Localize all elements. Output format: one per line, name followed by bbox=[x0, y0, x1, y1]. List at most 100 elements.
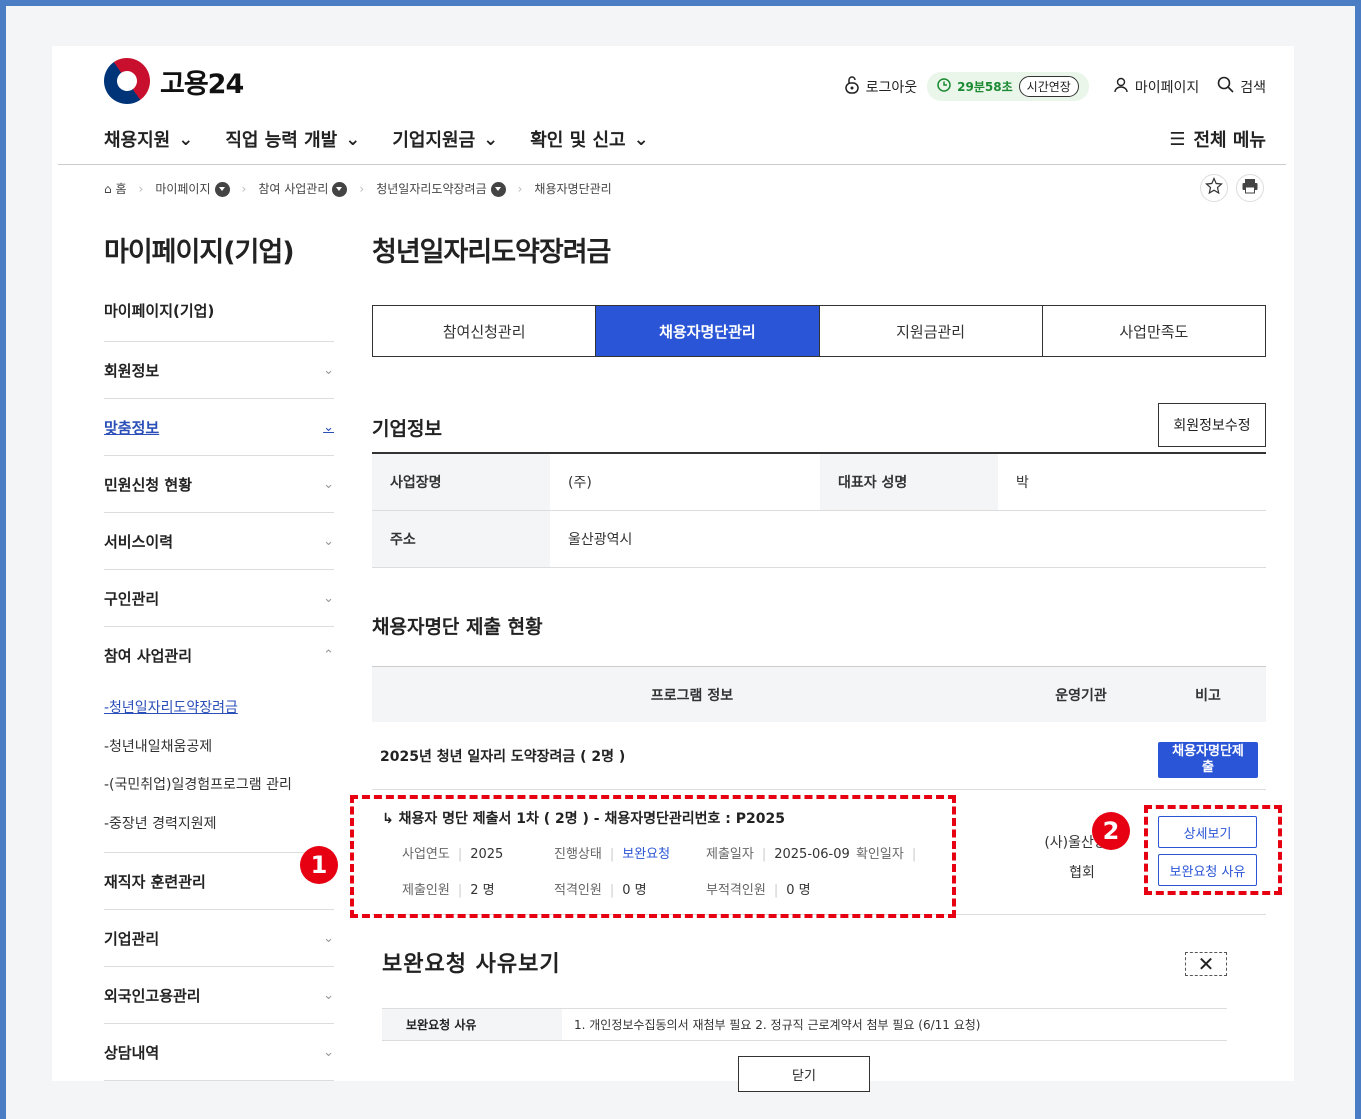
home-icon: ⌂ bbox=[104, 182, 112, 196]
breadcrumb-business[interactable]: 참여 사업관리 bbox=[258, 180, 348, 197]
sidebar-item-civil-status[interactable]: 민원신청 현황 ⌄ bbox=[104, 456, 334, 513]
logo-text: 고용24 bbox=[160, 68, 244, 100]
sidebar-item-business[interactable]: 참여 사업관리 ⌃ bbox=[104, 627, 334, 684]
all-menu-label: 전체 메뉴 bbox=[1193, 130, 1266, 151]
sidebar-item-mypage[interactable]: 마이페이지(기업) bbox=[104, 280, 334, 342]
column-header: 프로그램 정보 bbox=[650, 687, 734, 704]
dropdown-icon bbox=[490, 182, 506, 197]
submit-hire-list-button[interactable]: 채용자명단제출 bbox=[1158, 742, 1258, 778]
nav-divider bbox=[58, 164, 1286, 165]
sidebar-item-company[interactable]: 기업관리 ⌄ bbox=[104, 910, 334, 967]
sidebar-sub-youth-job[interactable]: -청년일자리도약장려금 bbox=[104, 688, 334, 727]
dropdown-icon bbox=[332, 182, 348, 197]
print-button[interactable] bbox=[1236, 174, 1264, 202]
close-icon: ✕ bbox=[1197, 952, 1215, 976]
company-section-title: 기업정보 bbox=[372, 418, 442, 440]
reason-label: 보완요청 사유 bbox=[382, 1009, 562, 1040]
tab-hire-list[interactable]: 채용자명단관리 bbox=[596, 306, 820, 356]
sidebar-item-recruit[interactable]: 구인관리 ⌄ bbox=[104, 570, 334, 627]
mypage-link[interactable]: 마이페이지 bbox=[1113, 77, 1199, 97]
global-nav: 채용지원 ⌄ 직업 능력 개발 ⌄ 기업지원금 ⌄ 확인 및 신고 ⌄ bbox=[104, 126, 649, 152]
nav-vocational-training[interactable]: 직업 능력 개발 ⌄ bbox=[225, 126, 360, 152]
tab-participation[interactable]: 참여신청관리 bbox=[373, 306, 597, 356]
logout-button[interactable]: 로그아웃 bbox=[844, 75, 918, 98]
chevron-down-icon: ⌄ bbox=[323, 987, 334, 1003]
breadcrumb-label: 참여 사업관리 bbox=[258, 182, 329, 196]
breadcrumb-separator: › bbox=[138, 181, 144, 196]
chevron-down-icon: ⌄ bbox=[323, 533, 334, 549]
nav-confirm-report[interactable]: 확인 및 신고 ⌄ bbox=[530, 126, 648, 152]
company-info-row: 사업장명 (주) 대표자 성명 박 bbox=[372, 454, 1266, 511]
sidebar-item-consultation[interactable]: 상담내역 ⌄ bbox=[104, 1024, 334, 1081]
modal-confirm-close-button[interactable]: 닫기 bbox=[738, 1056, 870, 1092]
breadcrumb-separator: › bbox=[517, 181, 523, 196]
program-name: 2025년 청년 일자리 도약장려금 ( 2명 ) bbox=[380, 748, 626, 765]
sidebar-item-foreign-employment[interactable]: 외국인고용관리 ⌄ bbox=[104, 967, 334, 1024]
breadcrumb-label: 청년일자리도약장려금 bbox=[376, 182, 487, 196]
sidebar-item-member-info[interactable]: 회원정보 ⌄ bbox=[104, 342, 334, 399]
sidebar-item-label: 외국인고용관리 bbox=[104, 986, 201, 1005]
sidebar-sub-midcareer[interactable]: -중장년 경력지원제 bbox=[104, 804, 334, 843]
modal-reason-table: 보완요청 사유 1. 개인정보수집동의서 재첨부 필요 2. 정규직 근로계약서… bbox=[382, 1008, 1227, 1041]
printer-icon bbox=[1241, 177, 1259, 199]
breadcrumb-separator: › bbox=[241, 181, 247, 196]
ceo-name-label: 대표자 성명 bbox=[820, 454, 998, 510]
modal-title: 보완요청 사유보기 bbox=[382, 952, 561, 977]
org-line: 협회 bbox=[1069, 865, 1095, 881]
nav-company-subsidy[interactable]: 기업지원금 ⌄ bbox=[392, 126, 498, 152]
tab-subsidy[interactable]: 지원금관리 bbox=[820, 306, 1043, 356]
user-icon bbox=[1113, 77, 1129, 97]
nav-label: 채용지원 bbox=[104, 130, 171, 151]
sidebar-item-label: 맞춤정보 bbox=[104, 418, 160, 437]
column-header: 비고 bbox=[1195, 687, 1221, 704]
chevron-down-icon: ⌄ bbox=[323, 930, 334, 946]
sidebar-item-label: 참여 사업관리 bbox=[104, 647, 193, 665]
callout-badge-2: 2 bbox=[1092, 812, 1130, 850]
session-timer: 29분58초 시간연장 bbox=[927, 72, 1089, 101]
tab-satisfaction[interactable]: 사업만족도 bbox=[1043, 306, 1265, 356]
nav-label: 확인 및 신고 bbox=[530, 130, 626, 151]
page-title: 청년일자리도약장려금 bbox=[372, 237, 611, 268]
edit-member-info-button[interactable]: 회원정보수정 bbox=[1158, 403, 1266, 447]
breadcrumb: ⌂ 홈 › 마이페이지 › 참여 사업관리 › 청년일자리도약장려금 › 채용자… bbox=[104, 180, 612, 197]
breadcrumb-mypage[interactable]: 마이페이지 bbox=[155, 180, 230, 197]
sidebar-item-label: 구인관리 bbox=[104, 589, 160, 608]
dropdown-icon bbox=[214, 182, 230, 197]
chevron-down-icon: ⌄ bbox=[345, 128, 361, 150]
breadcrumb-home[interactable]: ⌂ 홈 bbox=[104, 180, 127, 197]
utility-bar: 로그아웃 29분58초 시간연장 마이페이지 검색 bbox=[844, 72, 1266, 101]
modal-close-button[interactable]: ✕ bbox=[1185, 952, 1227, 976]
search-button[interactable]: 검색 bbox=[1217, 76, 1266, 97]
sidebar-sub-youth-tomorrow[interactable]: -청년내일채움공제 bbox=[104, 727, 334, 766]
page-tools bbox=[1200, 174, 1264, 202]
program-row: 2025년 청년 일자리 도약장려금 ( 2명 ) 채용자명단제출 bbox=[372, 722, 1266, 790]
logout-label: 로그아웃 bbox=[865, 79, 918, 96]
sidebar-item-service-history[interactable]: 서비스이력 ⌄ bbox=[104, 513, 334, 570]
page: 고용24 로그아웃 29분58초 시간연장 마이페이지 검색 채용지원 ⌄ 직업… bbox=[52, 46, 1294, 1092]
sidebar-item-label: 회원정보 bbox=[104, 361, 160, 380]
screenshot-frame: 고용24 로그아웃 29분58초 시간연장 마이페이지 검색 채용지원 ⌄ 직업… bbox=[6, 6, 1355, 1119]
search-icon bbox=[1217, 76, 1234, 97]
sidebar: 마이페이지(기업) 회원정보 ⌄ 맞춤정보 ⌄ 민원신청 현황 ⌄ 서비스이력 ⌄ 구인… bbox=[104, 280, 334, 1081]
all-menu-button[interactable]: ☰ 전체 메뉴 bbox=[1169, 126, 1266, 152]
sidebar-sub-work-experience[interactable]: -(국민취업)일경험프로그램 관리 bbox=[104, 765, 334, 804]
chevron-down-icon: ⌄ bbox=[323, 590, 334, 606]
chevron-down-icon: ⌄ bbox=[323, 362, 334, 378]
breadcrumb-program[interactable]: 청년일자리도약장려금 bbox=[376, 180, 506, 197]
favorite-button[interactable] bbox=[1200, 174, 1228, 202]
breadcrumb-current: 채용자명단관리 bbox=[534, 182, 612, 196]
company-info-table: 사업장명 (주) 대표자 성명 박 주소 울산광역시 bbox=[372, 452, 1266, 568]
callout-badge-1: 1 bbox=[300, 846, 338, 884]
chevron-down-icon: ⌄ bbox=[633, 128, 649, 150]
chevron-down-icon: ⌄ bbox=[323, 476, 334, 492]
tab-bar: 참여신청관리 채용자명단관리 지원금관리 사업만족도 bbox=[372, 305, 1266, 357]
extend-session-button[interactable]: 시간연장 bbox=[1018, 76, 1079, 97]
chevron-down-icon: ⌄ bbox=[483, 128, 499, 150]
company-name-value: (주) bbox=[568, 475, 592, 491]
taegeuk-logo-icon bbox=[94, 48, 160, 114]
column-header: 운영기관 bbox=[1055, 687, 1107, 704]
address-value: 울산광역시 bbox=[568, 532, 633, 548]
sidebar-item-custom-info[interactable]: 맞춤정보 ⌄ bbox=[104, 399, 334, 456]
nav-employment-support[interactable]: 채용지원 ⌄ bbox=[104, 126, 193, 152]
site-logo[interactable]: 고용24 bbox=[94, 48, 244, 114]
